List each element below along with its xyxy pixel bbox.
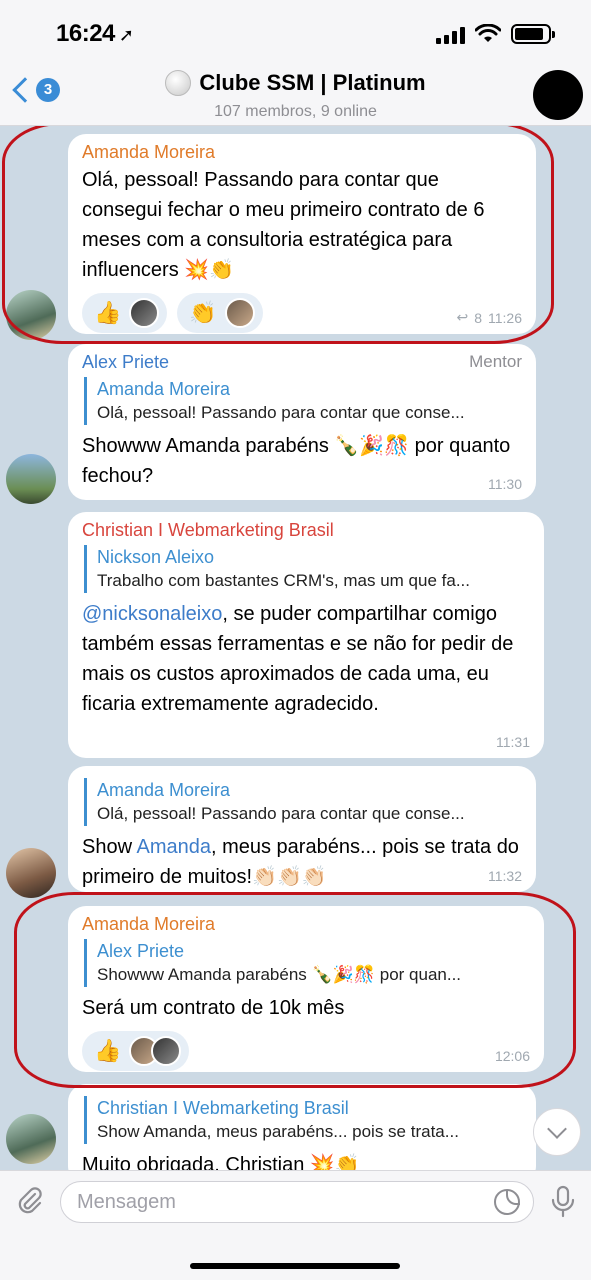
reply-name: Christian I Webmarketing Brasil (97, 1098, 349, 1118)
chat-area[interactable]: Amanda Moreira Olá, pessoal! Passando pa… (0, 126, 591, 1170)
message-time: 12:06 (494, 1048, 530, 1064)
message-text: Muito obrigada, Christian 💥👏 (82, 1154, 360, 1170)
message-time: 11:32 (488, 868, 522, 884)
reaction-avatar (224, 298, 255, 328)
message-composer (0, 1170, 591, 1280)
message-time: 11:31 (496, 734, 530, 750)
chat-title: Clube SSM | Platinum (165, 70, 426, 96)
thumbs-up-icon: 👍 (94, 300, 122, 325)
battery-icon (511, 24, 555, 44)
message-time: 11:30 (488, 476, 522, 492)
reaction-clap[interactable]: 👏 (177, 293, 263, 333)
reply-text: Trabalho com bastantes CRM's, mas um que… (97, 571, 470, 590)
chat-header: 3 Clube SSM | Platinum 107 membros, 9 on… (0, 64, 591, 126)
reply-name: Amanda Moreira (97, 780, 231, 800)
reply-preview[interactable]: Amanda Moreira Olá, pessoal! Passando pa… (84, 778, 522, 826)
message-meta: 11:31 (496, 734, 530, 750)
message-time: 11:26 (488, 309, 522, 326)
reply-preview[interactable]: Nickson Aleixo Trabalho com bastantes CR… (84, 545, 530, 593)
chat-title-area[interactable]: Clube SSM | Platinum 107 membros, 9 onli… (0, 70, 591, 121)
message-text: Olá, pessoal! Passando para contar que c… (82, 169, 485, 281)
message-bubble[interactable]: Alex Priete Mentor Amanda Moreira Olá, p… (68, 344, 536, 500)
location-icon: ➚ (118, 25, 134, 45)
status-icons (436, 24, 555, 44)
sticker-icon[interactable] (494, 1189, 520, 1215)
chevron-down-icon (547, 1119, 567, 1139)
microphone-icon[interactable] (548, 1185, 578, 1219)
message-bubble[interactable]: Amanda Moreira Olá, pessoal! Passando pa… (68, 766, 536, 892)
message-bubble[interactable]: Amanda Moreira Alex Priete Showww Amanda… (68, 906, 544, 1072)
reply-arrow-icon[interactable]: ↩ (456, 309, 468, 326)
group-icon (165, 70, 192, 96)
avatar[interactable] (6, 290, 56, 340)
clap-icon: 👏 (189, 300, 217, 325)
message-text: @nicksonaleixo, se puder compartilhar co… (82, 599, 530, 719)
reply-text: Olá, pessoal! Passando para contar que c… (97, 804, 465, 823)
wifi-icon (475, 24, 501, 42)
sender-name[interactable]: Amanda Moreira (82, 914, 530, 935)
status-bar: 16:24 ➚ (0, 0, 591, 64)
home-indicator (190, 1263, 400, 1269)
reaction-thumbs-up[interactable]: 👍 (82, 293, 168, 333)
message-meta: 11:30 (488, 476, 522, 492)
status-time: 16:24 ➚ (56, 20, 134, 48)
message-prefix: Show (82, 836, 137, 858)
reply-text: Olá, pessoal! Passando para contar que c… (97, 403, 465, 422)
avatar[interactable] (6, 454, 56, 504)
reply-preview[interactable]: Alex Priete Showww Amanda parabéns 🍾🎉🎊 p… (84, 939, 530, 987)
signal-icon (436, 26, 465, 44)
reply-preview[interactable]: Christian I Webmarketing Brasil Show Ama… (84, 1096, 522, 1144)
message-input[interactable] (60, 1181, 534, 1223)
sender-name[interactable]: Christian I Webmarketing Brasil (82, 520, 530, 541)
avatar[interactable] (6, 1114, 56, 1164)
reply-preview[interactable]: Amanda Moreira Olá, pessoal! Passando pa… (84, 377, 522, 425)
group-avatar[interactable] (533, 70, 583, 120)
reaction-avatar (129, 298, 160, 328)
message-text: Show Amanda, meus parabéns... pois se tr… (82, 832, 522, 892)
clock: 16:24 (56, 20, 115, 47)
reply-count[interactable]: 8 (474, 310, 482, 326)
chat-subtitle: 107 membros, 9 online (214, 103, 377, 120)
message-meta: 11:32 (488, 868, 522, 884)
avatar[interactable] (6, 848, 56, 898)
reply-text: Show Amanda, meus parabéns... pois se tr… (97, 1122, 459, 1141)
member-role: Mentor (469, 352, 522, 371)
paperclip-icon[interactable] (14, 1185, 46, 1217)
reply-name: Nickson Aleixo (97, 547, 215, 567)
sender-name[interactable]: Alex Priete (82, 352, 522, 373)
message-bubble[interactable]: Amanda Moreira Olá, pessoal! Passando pa… (68, 134, 536, 334)
message-meta: 12:06 (495, 1048, 530, 1064)
mention-link[interactable]: Amanda (136, 836, 211, 858)
message-meta: ↩ 8 11:26 (456, 309, 522, 326)
message-text: Será um contrato de 10k mês (82, 997, 345, 1019)
scroll-down-button[interactable] (533, 1108, 581, 1156)
mention-link[interactable]: @nicksonaleixo (82, 603, 222, 625)
reaction-thumbs-up[interactable]: 👍 (82, 1031, 190, 1071)
sender-name[interactable]: Amanda Moreira (82, 142, 522, 163)
reply-name: Amanda Moreira (97, 379, 231, 399)
reaction-avatar (151, 1036, 182, 1066)
reply-name: Alex Priete (97, 941, 185, 961)
chat-title-text: Clube SSM | Platinum (199, 70, 426, 95)
message-bubble[interactable]: Christian I Webmarketing Brasil Nickson … (68, 512, 544, 758)
thumbs-up-icon: 👍 (94, 1038, 122, 1063)
reply-text: Showww Amanda parabéns 🍾🎉🎊 por quan... (97, 965, 462, 984)
message-text: Showww Amanda parabéns 🍾🎉🎊 por quanto fe… (82, 435, 511, 487)
reactions: 👍 (82, 1031, 530, 1071)
message-bubble[interactable]: Christian I Webmarketing Brasil Show Ama… (68, 1084, 536, 1170)
